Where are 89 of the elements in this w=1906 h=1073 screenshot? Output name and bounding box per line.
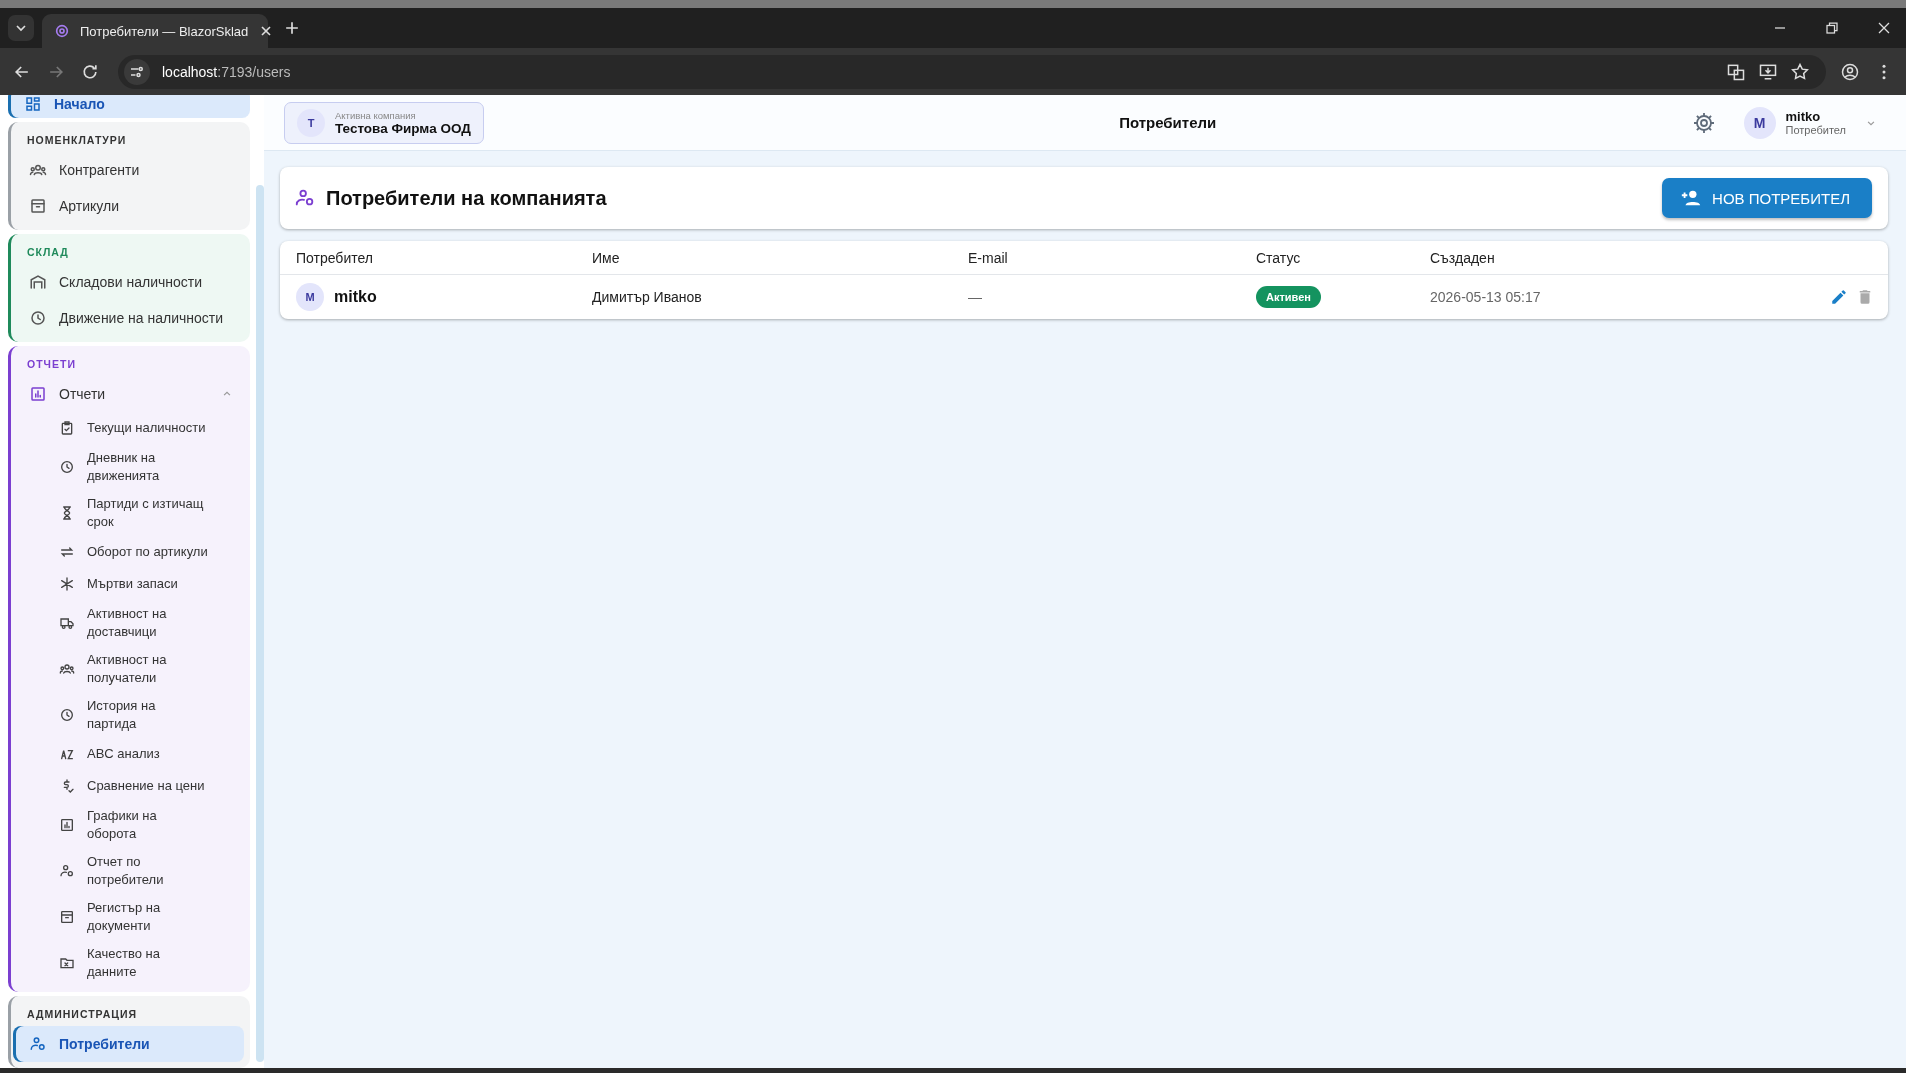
subitem-label: Сравнение на цени	[87, 777, 205, 795]
sidebar-subitem[interactable]: ABC анализ	[13, 738, 244, 770]
browser-tab[interactable]: Потребители — BlazorSklad	[42, 14, 268, 48]
sidebar-item[interactable]: Артикули	[13, 188, 244, 224]
swap-icon	[59, 544, 75, 560]
page-header-title: Потребители	[1119, 114, 1217, 131]
sidebar-item[interactable]: Начало	[8, 95, 250, 118]
history-icon	[59, 707, 75, 723]
address-bar[interactable]: localhost:7193/users	[118, 54, 1826, 89]
sidebar-subitem[interactable]: Графики на оборота	[13, 802, 244, 848]
subitem-label: Регистър на документи	[87, 899, 162, 935]
scrollbar[interactable]	[256, 185, 264, 1062]
status-badge: Активен	[1256, 286, 1321, 308]
column-header: Име	[592, 249, 621, 266]
sidebar-subitem[interactable]: История на партида	[13, 692, 244, 738]
section-title: НОМЕНКЛАТУРИ	[26, 133, 128, 148]
sidebar-item[interactable]: Складови наличности	[13, 264, 244, 300]
truck-icon	[59, 615, 75, 631]
table-cell-text: 2026-05-13 05:17	[1430, 289, 1542, 305]
sidebar-subitem[interactable]: Оборот по артикули	[13, 536, 244, 568]
subitem-label: История на партида	[87, 697, 157, 733]
sidebar-subitem[interactable]: Активност на получатели	[13, 646, 244, 692]
user-menu[interactable]: M mitko Потребител	[1743, 106, 1878, 139]
sidebar-item[interactable]: Потребители	[13, 1026, 244, 1062]
warehouse-icon	[29, 273, 47, 291]
company-label: Активна компания	[335, 109, 417, 121]
clock-icon	[59, 459, 75, 475]
sidebar-subitem[interactable]: Дневник на движенията	[13, 444, 244, 490]
column-header: Потребител	[296, 249, 374, 266]
snowflake-icon	[59, 576, 75, 592]
subitem-label: Оборот по артикули	[87, 543, 208, 561]
subitem-label: Партиди с изтичащ срок	[87, 495, 205, 531]
archive-icon	[29, 197, 47, 215]
company-selector[interactable]: Т Активна компания Тестова Фирма ООД	[284, 101, 484, 144]
sidebar-subitem[interactable]: Активност на доставчици	[13, 600, 244, 646]
sidebar-subitem[interactable]: Мъртви запаси	[13, 568, 244, 600]
clipboard-icon	[59, 420, 75, 436]
subitem-label: ABC анализ	[87, 745, 160, 763]
table-cell-text: Димитър Иванов	[592, 289, 703, 305]
section-title: ОТЧЕТИ	[26, 357, 77, 372]
company-name: Тестова Фирма ООД	[335, 120, 471, 136]
sidebar-subitem[interactable]: Качество на данните	[13, 940, 244, 986]
subitem-label: Активност на получатели	[87, 651, 168, 687]
user-avatar: M	[1743, 106, 1776, 139]
edit-icon[interactable]	[1830, 288, 1848, 306]
company-avatar: Т	[297, 108, 325, 137]
column-header: E-mail	[968, 249, 1009, 266]
subitem-label: Дневник на движенията	[87, 449, 161, 485]
sidebar-subitem[interactable]: Текущи наличности	[13, 412, 244, 444]
sidebar-subitem[interactable]: Партиди с изтичащ срок	[13, 490, 244, 536]
app-logo-icon	[54, 23, 70, 39]
subitem-label: Графики на оборота	[87, 807, 158, 843]
clock-icon	[29, 309, 47, 327]
site-settings-icon[interactable]	[124, 58, 150, 85]
user-avatar: M	[296, 283, 324, 311]
star-icon[interactable]	[1790, 61, 1810, 82]
profile-icon[interactable]	[1840, 61, 1860, 82]
sidebar-subitem[interactable]: Сравнение на цени	[13, 770, 244, 802]
sidebar-item[interactable]: Движение на наличности	[13, 300, 244, 336]
subitem-label: Качество на данните	[87, 945, 161, 981]
tab-search-button[interactable]	[8, 15, 34, 41]
dashboard-icon	[24, 95, 42, 113]
archive-icon	[59, 909, 75, 925]
section-title: СКЛАД	[26, 245, 70, 260]
page-title: Потребители на компанията	[326, 186, 607, 210]
user-name: mitko	[1785, 109, 1822, 124]
subitem-label: Мъртви запаси	[87, 575, 178, 593]
section-title: АДМИНИСТРАЦИЯ	[26, 1007, 139, 1022]
user-search-icon	[59, 863, 75, 879]
sidebar-item[interactable]: Отчети	[13, 376, 244, 412]
sidebar-subitem[interactable]: Регистър на документи	[13, 894, 244, 940]
username: mitko	[334, 288, 377, 306]
user-role: Потребител	[1785, 124, 1846, 136]
chart-icon	[59, 817, 75, 833]
new-user-button[interactable]: НОВ ПОТРЕБИТЕЛ	[1662, 178, 1872, 218]
column-header: Статус	[1256, 249, 1302, 266]
subitem-label: Отчет по потребители	[87, 853, 165, 889]
chart-icon	[29, 385, 47, 403]
subitem-label: Активност на доставчици	[87, 605, 168, 641]
folder-icon	[59, 955, 75, 971]
table-cell-text: —	[968, 289, 983, 305]
people-icon	[59, 661, 75, 677]
subitem-label: Текущи наличности	[87, 419, 206, 437]
sidebar-item[interactable]: Контрагенти	[13, 152, 244, 188]
settings-icon[interactable]	[1691, 110, 1716, 135]
sidebar-subitem[interactable]: Отчет по потребители	[13, 848, 244, 894]
column-header: Създаден	[1430, 249, 1496, 266]
tab-title: Потребители — BlazorSklad	[80, 23, 249, 39]
user-gear-icon	[29, 1035, 47, 1053]
